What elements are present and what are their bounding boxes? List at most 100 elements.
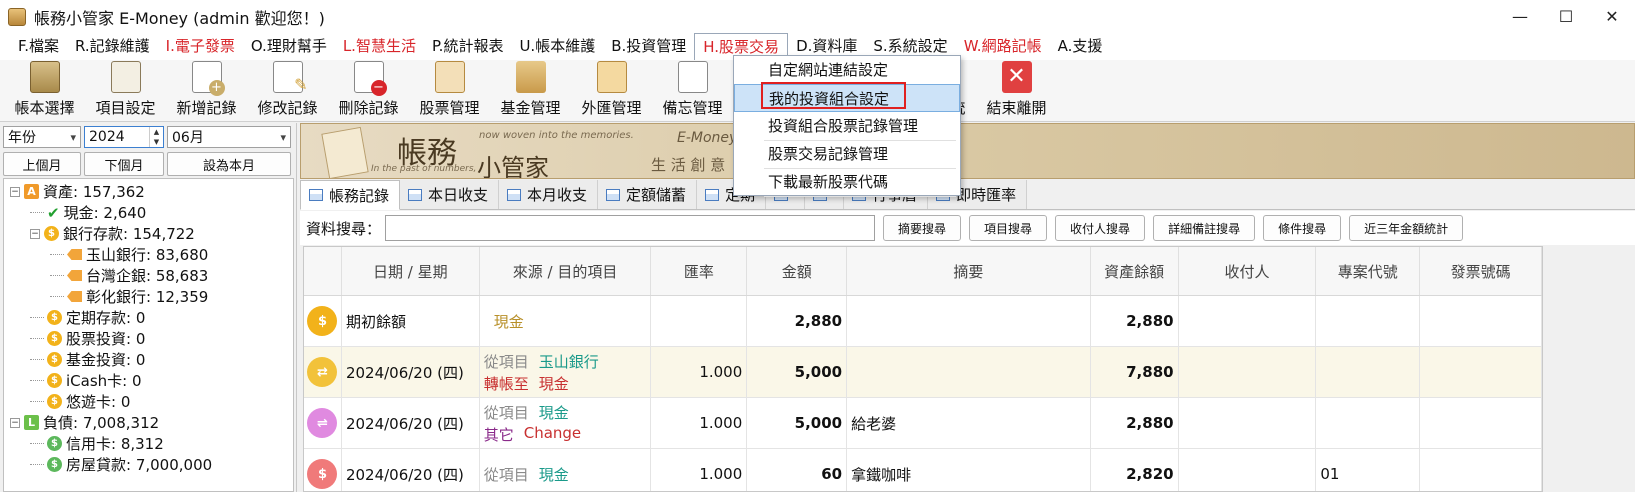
tree-connector [50, 275, 64, 276]
this-month-button[interactable]: 設為本月 [167, 152, 291, 176]
tab-label: 帳務記錄 [329, 186, 390, 205]
forex-icon [596, 61, 627, 93]
date-cell: 2024/06/20 (四) [342, 449, 480, 491]
close-icon[interactable]: ✕ [1589, 0, 1635, 33]
source-label: 從項目 [483, 465, 529, 484]
toolbar-button-5[interactable]: 股票管理 [409, 60, 490, 122]
account-tree[interactable]: − A 資產: 157,362 ✔ 現金: 2,640− $ 銀行存款: 154,722 玉山… [3, 178, 294, 492]
search-button-0[interactable]: 摘要搜尋 [883, 215, 962, 241]
coin-icon: $ [47, 373, 62, 388]
target-value: Change [523, 423, 582, 442]
dropdown-item-1[interactable]: 我的投資組合設定 [734, 84, 960, 112]
dropdown-item-4[interactable]: 下載最新股票代碼 [734, 168, 960, 197]
next-month-button[interactable]: 下個月 [84, 152, 164, 176]
column-header[interactable]: 匯率 [651, 247, 748, 295]
dropdown-item-0[interactable]: 自定網站連結設定 [734, 56, 960, 85]
dropdown-item-2[interactable]: 投資組合股票記錄管理 [734, 112, 960, 141]
bank-tag-icon [67, 270, 82, 281]
tree-node[interactable]: ✔ 現金: 2,640 [4, 202, 293, 223]
tab-3[interactable]: 定額儲蓄 [598, 180, 698, 209]
spinner-arrows-icon[interactable]: ▲ ▼ [149, 127, 163, 147]
source-line: 從項目 現金 [484, 464, 569, 485]
collapse-toggle-icon[interactable]: − [10, 186, 20, 197]
toolbar-button-4[interactable]: 刪除記錄 [328, 60, 409, 122]
tree-node[interactable]: $ 股票投資: 0 [4, 328, 293, 349]
tree-node[interactable]: $ 信用卡: 8,312 [4, 433, 293, 454]
collapse-toggle-icon[interactable]: − [10, 417, 20, 428]
toolbar-button-6[interactable]: 基金管理 [490, 60, 571, 122]
column-header[interactable]: 摘要 [847, 247, 1091, 295]
menu-item-5[interactable]: P.統計報表 [424, 33, 511, 60]
tree-node[interactable]: 台灣企銀: 58,683 [4, 265, 293, 286]
column-header[interactable]: 金額 [747, 247, 848, 295]
tab-2[interactable]: 本月收支 [499, 180, 599, 209]
menu-item-1[interactable]: R.記錄維護 [67, 33, 158, 60]
search-button-3[interactable]: 詳細備註搜尋 [1153, 215, 1256, 241]
add-record-icon [191, 61, 225, 96]
minimize-icon[interactable]: — [1497, 0, 1543, 33]
tree-node[interactable]: − $ 銀行存款: 154,722 [4, 223, 293, 244]
menu-item-11[interactable]: W.網路記帳 [956, 33, 1050, 60]
source-target-lines: 從項目 玉山銀行 轉帳至 現金 [484, 351, 599, 394]
memo-cell: 給老婆 [847, 398, 1091, 448]
tree-node[interactable]: $ 定期存款: 0 [4, 307, 293, 328]
toolbar-button-12[interactable]: ✕ 結束離開 [976, 60, 1057, 122]
table-row[interactable]: ⇄ 2024/06/20 (四) 從項目 玉山銀行 轉帳至 現金 1.000 5,000 7,8… [304, 347, 1542, 398]
tree-node-label: 信用卡: 8,312 [66, 435, 164, 453]
toolbar-button-2[interactable]: 新增記錄 [166, 60, 247, 122]
tree-node[interactable]: − L 負債: 7,008,312 [4, 412, 293, 433]
target-label: 轉帳至 [483, 374, 529, 393]
menu-item-2[interactable]: I.電子發票 [158, 33, 243, 60]
toolbar-button-0[interactable]: 帳本選擇 [4, 60, 85, 122]
source-target-cell: 從項目 現金 其它 Change [480, 398, 652, 448]
search-input[interactable] [385, 215, 876, 241]
column-header[interactable]: 來源 / 目的項目 [480, 247, 652, 295]
tree-node[interactable]: $ 悠遊卡: 0 [4, 391, 293, 412]
liability-badge-icon: L [24, 415, 39, 430]
search-button-2[interactable]: 收付人搜尋 [1055, 215, 1146, 241]
tree-node[interactable]: 玉山銀行: 83,680 [4, 244, 293, 265]
toolbar-button-7[interactable]: 外匯管理 [571, 60, 652, 122]
toolbar-button-8[interactable]: 備忘管理 [652, 60, 733, 122]
tab-grid-icon [705, 188, 720, 201]
column-header[interactable]: 發票號碼 [1420, 247, 1542, 295]
tab-0[interactable]: 帳務記錄 [300, 180, 401, 210]
table-row[interactable]: $2024/06/20 (四) 從項目 現金 1.000 60 拿鐵咖啡 2,820 01 [304, 449, 1542, 491]
year-spinner[interactable]: 2024 ▲ ▼ [84, 126, 164, 148]
tree-node[interactable]: 彰化銀行: 12,359 [4, 286, 293, 307]
month-select[interactable]: 06月 ▾ [167, 126, 291, 148]
column-header[interactable]: 日期 / 星期 [342, 247, 480, 295]
tab-1[interactable]: 本日收支 [400, 180, 500, 209]
menu-item-0[interactable]: F.檔案 [10, 33, 67, 60]
menu-item-3[interactable]: O.理財幫手 [243, 33, 335, 60]
maximize-icon[interactable]: ☐ [1543, 0, 1589, 33]
search-button-5[interactable]: 近三年金額統計 [1349, 215, 1464, 241]
chevron-down-icon: ▾ [280, 130, 286, 144]
prev-month-button[interactable]: 上個月 [3, 152, 81, 176]
menu-item-12[interactable]: A.支援 [1050, 33, 1111, 60]
period-select[interactable]: 年份 ▾ [3, 126, 81, 148]
table-row[interactable]: $ 期初餘額 現金 2,880 2,880 [304, 296, 1542, 347]
column-header[interactable]: 收付人 [1179, 247, 1317, 295]
tree-node[interactable]: $ 基金投資: 0 [4, 349, 293, 370]
column-header[interactable]: 專案代號 [1316, 247, 1421, 295]
tree-node-label: iCash卡: 0 [66, 372, 142, 390]
menu-item-4[interactable]: L.智慧生活 [335, 33, 424, 60]
menu-item-6[interactable]: U.帳本維護 [511, 33, 603, 60]
search-button-1[interactable]: 項目搜尋 [969, 215, 1048, 241]
collapse-toggle-icon[interactable]: − [30, 228, 40, 239]
tree-node[interactable]: $ 房屋貸款: 7,000,000 [4, 454, 293, 475]
menu-item-7[interactable]: B.投資管理 [603, 33, 694, 60]
table-row[interactable]: ⇌ 2024/06/20 (四) 從項目 現金 其它 Change 1.000 5,000 給老… [304, 398, 1542, 449]
column-header[interactable]: 資產餘額 [1091, 247, 1179, 295]
source-line: 從項目 現金 [484, 402, 581, 423]
toolbar-label: 帳本選擇 [14, 99, 75, 117]
tree-node[interactable]: $ iCash卡: 0 [4, 370, 293, 391]
dropdown-item-3[interactable]: 股票交易記錄管理 [734, 140, 960, 169]
tree-node[interactable]: − A 資產: 157,362 [4, 181, 293, 202]
search-button-4[interactable]: 條件搜尋 [1263, 215, 1342, 241]
rate-cell: 1.000 [651, 398, 748, 448]
toolbar-button-3[interactable]: 修改記錄 [247, 60, 328, 122]
toolbar-button-1[interactable]: 項目設定 [85, 60, 166, 122]
column-header[interactable] [304, 247, 342, 295]
